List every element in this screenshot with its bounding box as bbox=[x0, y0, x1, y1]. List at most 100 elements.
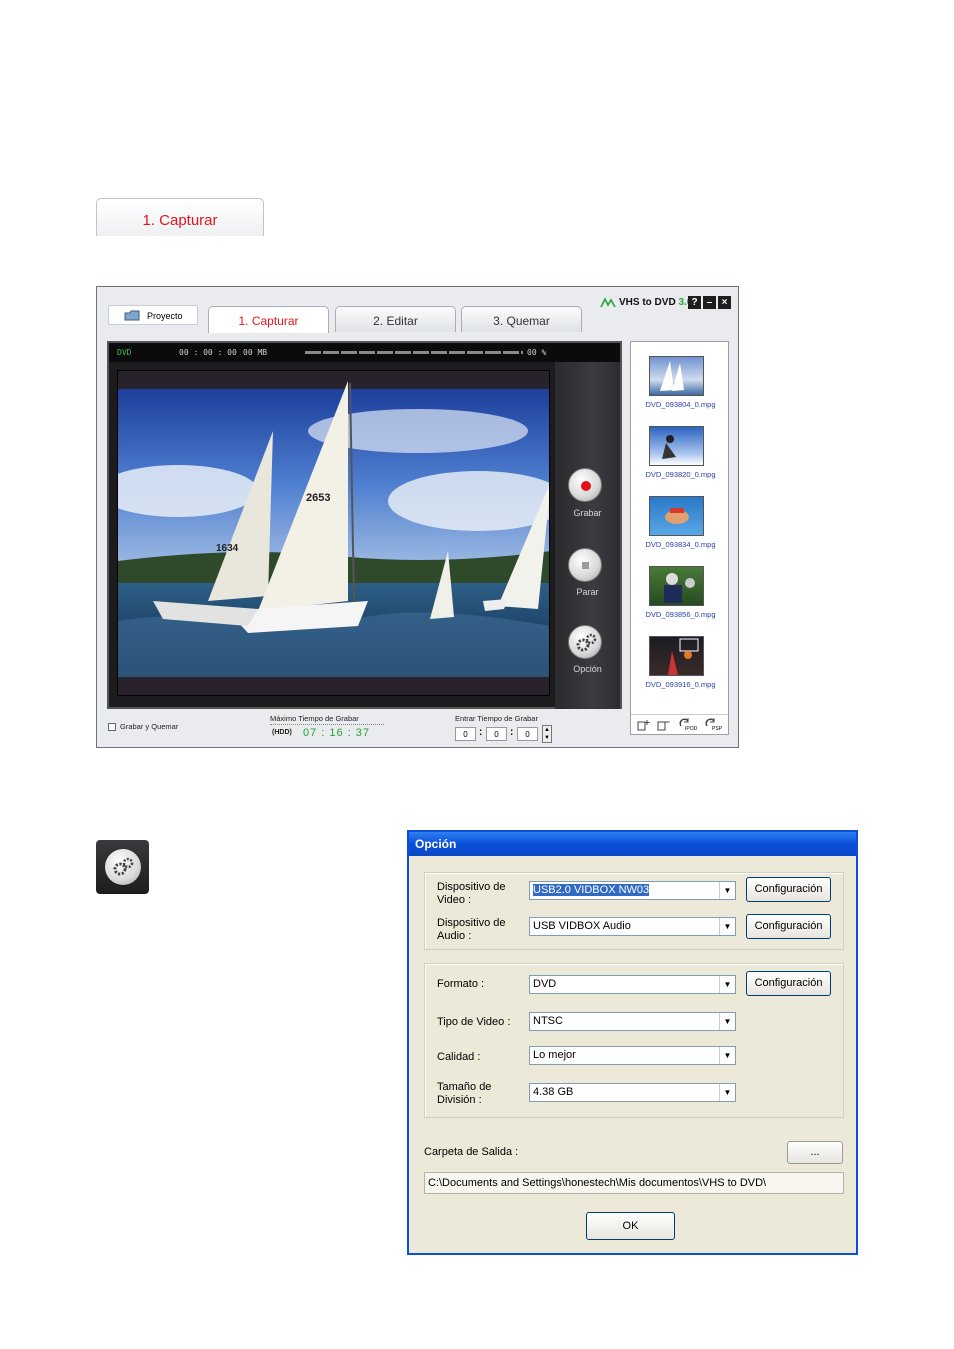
status-size: 00 MB bbox=[243, 348, 268, 357]
enter-seconds-field[interactable]: 0 bbox=[517, 727, 538, 741]
max-record-divider bbox=[270, 724, 384, 725]
status-time: 00 : 00 : 00 bbox=[179, 348, 237, 357]
remove-file-icon[interactable] bbox=[657, 719, 671, 731]
record-and-burn-checkbox[interactable] bbox=[108, 723, 116, 731]
time-separator: : bbox=[510, 727, 514, 738]
thumbnail-5[interactable] bbox=[649, 636, 704, 676]
thumbnail-4-name: DVD_093856_0.mpg bbox=[645, 610, 716, 619]
chevron-down-icon[interactable]: ▼ bbox=[719, 976, 735, 993]
time-separator: : bbox=[479, 727, 483, 738]
record-button[interactable] bbox=[568, 468, 602, 502]
skier-thumbnail bbox=[662, 435, 676, 459]
project-button-label: Proyecto bbox=[147, 311, 183, 321]
capture-list-panel: DVD_093804_0.mpg DVD_093820_0.mpg DVD_09… bbox=[630, 341, 729, 735]
capture-tab-standalone[interactable]: 1. Capturar bbox=[96, 198, 264, 236]
split-size-value: 4.38 GB bbox=[533, 1086, 574, 1098]
video-device-value: USB2.0 VIDBOX NW03 bbox=[533, 884, 650, 896]
add-file-icon[interactable] bbox=[637, 719, 651, 731]
audio-device-select[interactable]: USB VIDBOX Audio ▼ bbox=[529, 917, 736, 936]
ipod-label: IPOD bbox=[685, 726, 698, 732]
max-record-time: 07 : 16 : 37 bbox=[303, 727, 371, 739]
spin-down-icon[interactable]: ▼ bbox=[543, 734, 551, 742]
thumbnail-4[interactable] bbox=[649, 566, 704, 606]
app-window: Proyecto 1. Capturar 2. Editar 3. Quemar… bbox=[96, 286, 739, 748]
split-size-select[interactable]: 4.38 GB ▼ bbox=[529, 1083, 736, 1102]
format-value: DVD bbox=[533, 978, 557, 990]
status-format: DVD bbox=[117, 348, 132, 357]
svg-text:2653: 2653 bbox=[306, 492, 330, 504]
audio-device-value: USB VIDBOX Audio bbox=[533, 920, 631, 932]
video-device-label: Dispositivo de Video : bbox=[437, 881, 506, 906]
record-label: Grabar bbox=[573, 508, 602, 518]
time-spinner[interactable]: ▲ ▼ bbox=[542, 725, 552, 743]
project-button[interactable]: Proyecto bbox=[108, 305, 198, 325]
quality-value: Lo mejor bbox=[533, 1049, 576, 1061]
video-type-select[interactable]: NTSC ▼ bbox=[529, 1012, 736, 1031]
output-folder-label: Carpeta de Salida : bbox=[424, 1146, 519, 1158]
option-gear-icon bbox=[96, 840, 149, 894]
close-button[interactable]: × bbox=[718, 296, 731, 309]
video-config-button[interactable]: Configuración bbox=[746, 877, 831, 902]
thumbnail-3[interactable] bbox=[649, 496, 704, 536]
dialog-title-bar[interactable]: Opción bbox=[409, 832, 856, 856]
video-type-value: NTSC bbox=[533, 1015, 563, 1027]
option-button[interactable] bbox=[568, 625, 602, 659]
video-device-select[interactable]: USB2.0 VIDBOX NW03 ▼ bbox=[529, 881, 736, 900]
chevron-down-icon[interactable]: ▼ bbox=[719, 918, 735, 935]
thumbnail-1-name: DVD_093804_0.mpg bbox=[645, 400, 716, 409]
spin-up-icon[interactable]: ▲ bbox=[543, 726, 551, 734]
record-and-burn-label: Grabar y Quemar bbox=[120, 722, 179, 731]
chevron-down-icon[interactable]: ▼ bbox=[719, 1013, 735, 1030]
brand-title: VHS to DVD 3.0 bbox=[619, 297, 692, 308]
basketball-thumbnail bbox=[668, 638, 699, 675]
football-thumbnail bbox=[664, 573, 695, 603]
thumbnail-toolbar: IPOD PSP bbox=[631, 714, 728, 734]
record-icon bbox=[581, 481, 591, 491]
chevron-down-icon[interactable]: ▼ bbox=[719, 1084, 735, 1101]
gear-icon bbox=[576, 633, 597, 652]
tab-capture[interactable]: 1. Capturar bbox=[208, 306, 329, 333]
sailboat-preview-image: 2653 1634 bbox=[118, 371, 549, 695]
ok-button[interactable]: OK bbox=[586, 1212, 675, 1240]
split-size-label: Tamaño de División : bbox=[437, 1081, 492, 1106]
output-path-field[interactable]: C:\Documents and Settings\honestech\Mis … bbox=[424, 1172, 844, 1194]
audio-config-button[interactable]: Configuración bbox=[746, 914, 831, 939]
chevron-down-icon[interactable]: ▼ bbox=[719, 882, 735, 899]
sailboat-thumbnail bbox=[660, 361, 684, 391]
minimize-button[interactable]: – bbox=[703, 296, 716, 309]
thumbnail-3-name: DVD_093834_0.mpg bbox=[645, 540, 716, 549]
option-label: Opción bbox=[573, 664, 602, 674]
status-percent: 00 % bbox=[527, 348, 547, 357]
enter-hours-field[interactable]: 0 bbox=[455, 727, 476, 741]
video-player: DVD 00 : 00 : 00 00 MB 00 % 2653 1634 Gr… bbox=[107, 341, 622, 709]
stop-label: Parar bbox=[576, 587, 599, 597]
control-column: Grabar Parar Opción bbox=[555, 362, 620, 709]
tab-edit[interactable]: 2. Editar bbox=[335, 306, 456, 332]
audio-device-label: Dispositivo de Audio : bbox=[437, 917, 506, 942]
chevron-down-icon[interactable]: ▼ bbox=[719, 1047, 735, 1064]
quality-label: Calidad : bbox=[437, 1051, 481, 1063]
quality-select[interactable]: Lo mejor ▼ bbox=[529, 1046, 736, 1065]
thumbnail-2-name: DVD_093820_0.mpg bbox=[645, 470, 716, 479]
brand-logo-icon bbox=[600, 297, 616, 308]
enter-time-label: Entrar Tiempo de Grabar bbox=[455, 714, 538, 723]
status-bar: DVD 00 : 00 : 00 00 MB 00 % bbox=[109, 343, 620, 362]
svg-text:1634: 1634 bbox=[216, 543, 239, 554]
stop-button[interactable] bbox=[568, 548, 602, 582]
thumbnail-2[interactable] bbox=[649, 426, 704, 466]
capture-progress-bar bbox=[305, 351, 523, 354]
folder-icon bbox=[124, 310, 140, 321]
format-config-button[interactable]: Configuración bbox=[746, 971, 831, 996]
video-preview: 2653 1634 bbox=[117, 370, 550, 696]
stop-icon bbox=[582, 562, 589, 569]
swimmer-thumbnail bbox=[665, 508, 689, 524]
browse-button[interactable]: ... bbox=[787, 1141, 843, 1164]
brand-name: VHS to DVD bbox=[619, 297, 676, 308]
video-type-label: Tipo de Video : bbox=[437, 1016, 511, 1028]
gear-icon bbox=[113, 857, 134, 876]
help-button[interactable]: ? bbox=[688, 296, 701, 309]
thumbnail-1[interactable] bbox=[649, 356, 704, 396]
enter-minutes-field[interactable]: 0 bbox=[486, 727, 507, 741]
format-select[interactable]: DVD ▼ bbox=[529, 975, 736, 994]
tab-burn[interactable]: 3. Quemar bbox=[461, 306, 582, 332]
